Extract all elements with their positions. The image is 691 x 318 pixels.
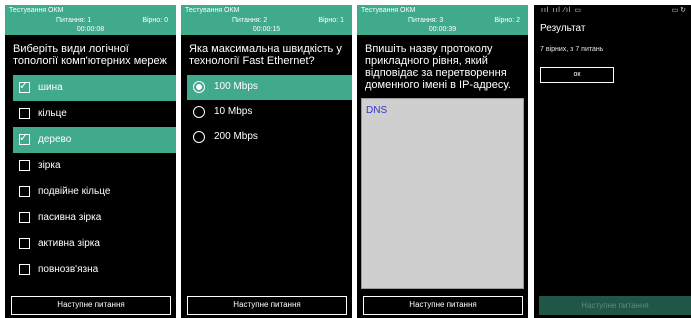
option-checkbox[interactable]: зірка — [13, 153, 176, 179]
next-question-button[interactable]: Наступне питання — [363, 296, 523, 315]
screen-result: ııl ııl ⁄ıl ▭ ▭ ↻ Результат 7 вірних, з … — [534, 5, 691, 318]
checkbox-icon[interactable] — [19, 160, 30, 171]
option-label: повнозв'язна — [38, 264, 99, 275]
app-title: Тестування ОКМ — [185, 7, 240, 14]
timer: 00:00:08 — [76, 26, 105, 33]
option-checkbox[interactable]: подвійне кільце — [13, 179, 176, 205]
option-radio[interactable]: 200 Mbps — [187, 125, 352, 150]
quiz-header: Тестування ОКМ Питання: 1 Вірно: 0 00:00… — [5, 5, 176, 35]
radio-icon[interactable] — [193, 81, 205, 93]
screen-single-choice: Тестування ОКМ Питання: 2 Вірно: 1 00:00… — [181, 5, 352, 318]
checkbox-icon[interactable] — [19, 186, 30, 197]
question-text: Яка максимальна швидкість у технології F… — [189, 43, 342, 67]
checkbox-icon[interactable] — [19, 238, 30, 249]
option-label: пасивна зірка — [38, 212, 102, 223]
battery-icon: ▭ ↻ — [671, 7, 686, 14]
options-list: 100 Mbps 10 Mbps 200 Mbps — [181, 75, 352, 150]
quiz-header: Тестування ОКМ Питання: 3 Вірно: 2 00:00… — [357, 5, 528, 35]
signal-icon: ııl ııl ⁄ıl ▭ — [541, 7, 583, 14]
option-label: зірка — [38, 160, 61, 171]
option-checkbox[interactable]: активна зірка — [13, 231, 176, 257]
app-title: Тестування ОКМ — [9, 7, 64, 14]
correct-counter: Вірно: 0 — [142, 17, 168, 24]
next-question-button[interactable]: Наступне питання — [11, 296, 171, 315]
correct-counter: Вірно: 1 — [318, 17, 344, 24]
option-radio[interactable]: 100 Mbps — [187, 75, 352, 100]
checkbox-icon[interactable]: ✓ — [19, 80, 30, 93]
radio-icon[interactable] — [193, 106, 205, 118]
screen-text-answer: Тестування ОКМ Питання: 3 Вірно: 2 00:00… — [357, 5, 528, 318]
question-counter: Питання: 3 — [408, 17, 444, 24]
question-text: Впишіть назву протоколу прикладного рівн… — [365, 43, 511, 91]
correct-counter: Вірно: 2 — [494, 17, 520, 24]
question-text: Виберіть види логічної топології комп'ют… — [13, 43, 167, 67]
option-label: шина — [38, 82, 63, 93]
screen-multi-choice: Тестування ОКМ Питання: 1 Вірно: 0 00:00… — [5, 5, 176, 318]
next-question-button[interactable]: Наступне питання — [187, 296, 347, 315]
status-bar: ııl ııl ⁄ıl ▭ ▭ ↻ — [534, 5, 691, 17]
question-counter: Питання: 1 — [56, 17, 92, 24]
result-summary: 7 вірних, з 7 питань — [540, 46, 604, 53]
option-radio[interactable]: 10 Mbps — [187, 100, 352, 125]
timer: 00:00:15 — [252, 26, 281, 33]
checkbox-icon[interactable] — [19, 264, 30, 275]
app-title: Тестування ОКМ — [361, 7, 416, 14]
ok-button[interactable]: ок — [540, 67, 614, 83]
option-label: 200 Mbps — [214, 131, 258, 142]
option-label: кільце — [38, 108, 67, 119]
option-checkbox[interactable]: ✓ дерево — [13, 127, 176, 153]
option-label: активна зірка — [38, 238, 100, 249]
checkbox-icon[interactable]: ✓ — [19, 132, 30, 145]
next-question-button: Наступне питання — [539, 296, 691, 315]
option-label: 100 Mbps — [214, 81, 258, 92]
option-label: подвійне кільце — [38, 186, 111, 197]
check-icon: ✓ — [19, 80, 29, 92]
option-checkbox[interactable]: пасивна зірка — [13, 205, 176, 231]
check-icon: ✓ — [19, 132, 29, 144]
question-counter: Питання: 2 — [232, 17, 268, 24]
quiz-header: Тестування ОКМ Питання: 2 Вірно: 1 00:00… — [181, 5, 352, 35]
checkbox-icon[interactable] — [19, 108, 30, 119]
radio-dot-icon — [195, 83, 202, 90]
answer-input[interactable]: DNS — [361, 98, 524, 289]
option-label: дерево — [38, 134, 72, 145]
options-list: ✓ шина кільце ✓ дерево зірка подвійне кіль… — [5, 75, 176, 283]
option-checkbox[interactable]: кільце — [13, 101, 176, 127]
radio-icon[interactable] — [193, 131, 205, 143]
result-title: Результат — [540, 23, 586, 34]
option-label: 10 Mbps — [214, 106, 253, 117]
timer: 00:00:39 — [428, 26, 457, 33]
checkbox-icon[interactable] — [19, 212, 30, 223]
option-checkbox[interactable]: ✓ шина — [13, 75, 176, 101]
option-checkbox[interactable]: повнозв'язна — [13, 257, 176, 283]
